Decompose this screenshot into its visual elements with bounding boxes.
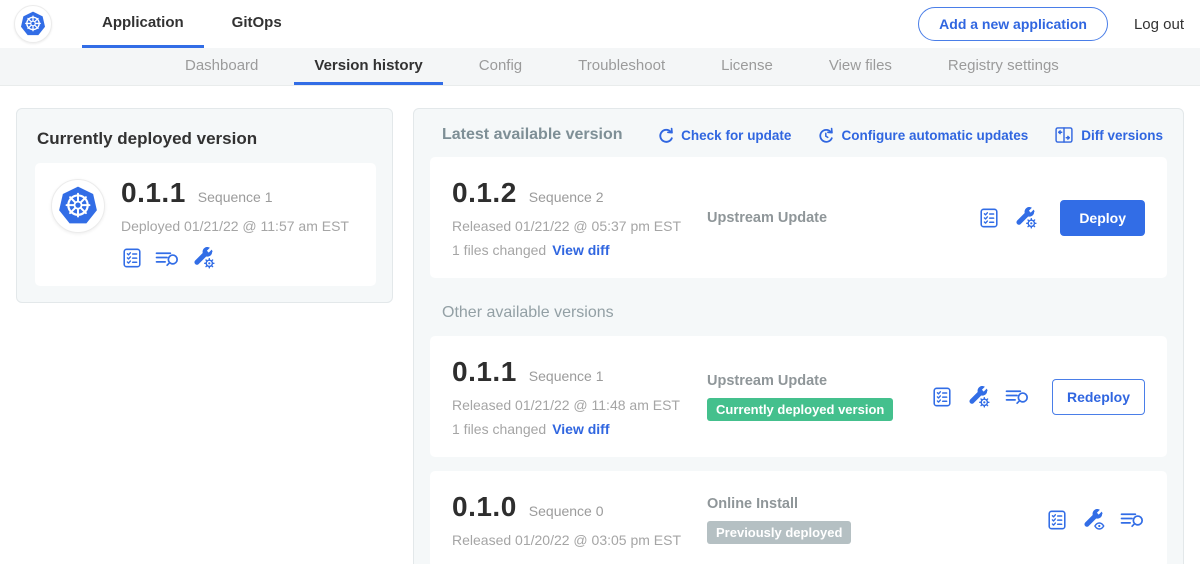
sequence-label: Sequence 2 [529,189,604,205]
configure-automatic-updates-link[interactable]: Configure automatic updates [817,127,1028,144]
released-timestamp: Released 01/21/22 @ 11:48 am EST [452,397,707,413]
main-content: Currently deployed version 0.1.1 Sequenc… [0,86,1200,564]
kubernetes-icon [19,10,47,38]
currently-deployed-badge: Currently deployed version [707,398,893,421]
deployed-sequence: Sequence 1 [198,189,273,205]
edit-config-icon[interactable] [1014,206,1038,230]
subtab-dashboard[interactable]: Dashboard [165,48,278,85]
redeploy-button[interactable]: Redeploy [1052,379,1145,415]
deploy-button[interactable]: Deploy [1060,200,1145,236]
subtab-license[interactable]: License [701,48,793,85]
app-subnav: Dashboard Version history Config Trouble… [0,48,1200,86]
released-timestamp: Released 01/21/22 @ 05:37 pm EST [452,218,707,234]
version-type-label: Upstream Update [707,210,978,226]
deployed-version-number: 0.1.1 [121,177,186,209]
previously-deployed-badge: Previously deployed [707,521,851,544]
edit-config-icon[interactable] [967,385,991,409]
subtab-config[interactable]: Config [459,48,542,85]
subtab-view-files[interactable]: View files [809,48,912,85]
sequence-label: Sequence 1 [529,368,604,384]
currently-deployed-panel: Currently deployed version 0.1.1 Sequenc… [16,108,393,303]
deployed-timestamp: Deployed 01/21/22 @ 11:57 am EST [121,218,349,234]
deploy-logs-icon[interactable] [1005,386,1030,407]
deployed-version-card: 0.1.1 Sequence 1 Deployed 01/21/22 @ 11:… [35,163,376,286]
tab-gitops[interactable]: GitOps [212,0,302,48]
preflight-checks-icon[interactable] [121,247,143,269]
version-number: 0.1.1 [452,356,517,388]
subtab-registry-settings[interactable]: Registry settings [928,48,1079,85]
version-type-label: Upstream Update [707,373,931,389]
preflight-checks-icon[interactable] [1046,509,1068,531]
files-changed-label: 1 files changed [452,421,546,437]
deploy-logs-icon[interactable] [155,248,180,269]
version-row-0-1-0: 0.1.0 Sequence 0 Released 01/20/22 @ 03:… [430,471,1167,564]
version-history-panel: Latest available version Check for updat… [413,108,1184,564]
version-row-0-1-2: 0.1.2 Sequence 2 Released 01/21/22 @ 05:… [430,157,1167,278]
other-versions-title: Other available versions [442,304,1167,322]
tab-application[interactable]: Application [82,0,204,48]
topbar-right: Add a new application Log out [918,0,1184,48]
kubernetes-icon [56,184,100,228]
view-diff-link[interactable]: View diff [552,421,609,437]
released-timestamp: Released 01/20/22 @ 03:05 pm EST [452,532,707,548]
deploy-logs-icon[interactable] [1120,509,1145,530]
top-bar: Application GitOps Add a new application… [0,0,1200,48]
edit-config-icon[interactable] [192,246,216,270]
add-application-button[interactable]: Add a new application [918,7,1108,41]
schedule-update-icon [817,127,834,144]
preflight-checks-icon[interactable] [978,207,1000,229]
top-nav: Application GitOps [82,0,302,48]
deployed-panel-title: Currently deployed version [37,129,376,149]
version-type-label: Online Install [707,496,1046,512]
view-diff-link[interactable]: View diff [552,242,609,258]
kubernetes-logo [14,5,52,43]
diff-icon [1054,125,1074,145]
files-changed-label: 1 files changed [452,242,546,258]
version-number: 0.1.0 [452,491,517,523]
sequence-label: Sequence 0 [529,503,604,519]
logout-link[interactable]: Log out [1134,16,1184,33]
subtab-version-history[interactable]: Version history [294,48,442,85]
preflight-checks-icon[interactable] [931,386,953,408]
check-for-update-link[interactable]: Check for update [657,127,791,144]
version-number: 0.1.2 [452,177,517,209]
subtab-troubleshoot[interactable]: Troubleshoot [558,48,685,85]
view-config-icon[interactable] [1082,508,1106,532]
diff-versions-link[interactable]: Diff versions [1054,125,1163,145]
version-row-0-1-1: 0.1.1 Sequence 1 Released 01/21/22 @ 11:… [430,336,1167,457]
refresh-icon [657,127,674,144]
app-icon-badge [51,179,105,233]
latest-version-title: Latest available version [442,126,623,144]
